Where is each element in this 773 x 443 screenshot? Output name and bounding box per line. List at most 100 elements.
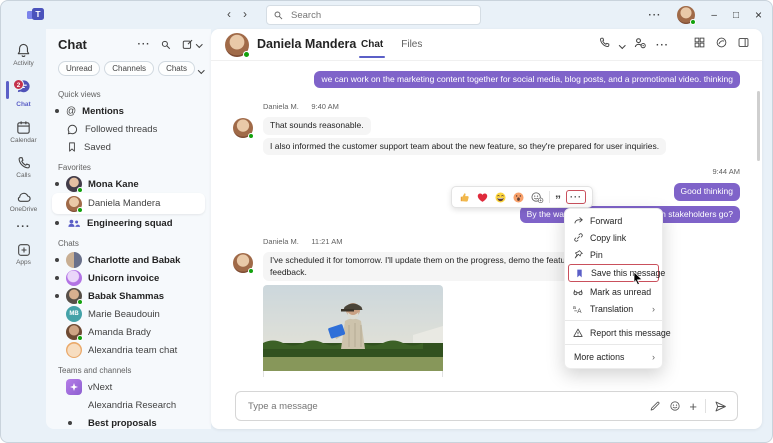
compose-bar[interactable]: +: [235, 391, 738, 421]
message-list[interactable]: we can work on the marketing content tog…: [211, 61, 762, 377]
menu-item-pin[interactable]: Pin: [565, 246, 662, 263]
search-box[interactable]: [266, 5, 481, 25]
sender-name: Daniela M.: [263, 102, 299, 112]
send-icon[interactable]: [714, 400, 727, 413]
rail-item-apps[interactable]: Apps: [1, 237, 46, 272]
sidebar-item-amanda-brady[interactable]: Amanda Brady: [46, 323, 211, 341]
tab-chat[interactable]: Chat: [358, 39, 386, 58]
chat-sidebar: Chat ··· Unread Channels Chats Quick vie…: [46, 29, 211, 429]
outgoing-message[interactable]: Good thinking: [673, 183, 740, 201]
tab-files[interactable]: Files: [401, 39, 422, 50]
submenu-chevron-icon: ›: [652, 351, 655, 362]
search-input[interactable]: [289, 8, 474, 22]
format-icon[interactable]: [649, 400, 661, 412]
mouse-cursor: [633, 271, 644, 287]
cloud-icon: [17, 192, 31, 202]
warning-icon: [572, 327, 584, 339]
maximize-button[interactable]: □: [733, 10, 739, 21]
teams-logo-icon: T: [27, 7, 44, 22]
popout-icon[interactable]: [693, 36, 706, 54]
sidebar-item-alexandria-research[interactable]: Alexandria Research: [46, 396, 211, 414]
sidebar-item-alexandria-team-chat[interactable]: Alexandria team chat: [46, 341, 211, 359]
menu-item-more-actions[interactable]: More actions ›: [565, 348, 662, 365]
message-input[interactable]: [246, 399, 642, 413]
bell-icon: [17, 43, 30, 58]
sidebar-item-vnext[interactable]: vNext: [46, 378, 211, 396]
sidebar-item-engineering-squad[interactable]: Engineering squad: [46, 214, 211, 232]
add-people-icon[interactable]: [633, 36, 647, 55]
message-attachment[interactable]: P Farmer with tablet.pptx Personal>willi…: [263, 285, 443, 377]
new-chat-icon[interactable]: [181, 38, 202, 51]
titlebar-more-icon[interactable]: ···: [648, 10, 661, 21]
rail-item-calendar[interactable]: Calendar: [1, 114, 46, 150]
filter-channels[interactable]: Channels: [104, 60, 155, 76]
attach-plus-icon[interactable]: +: [689, 399, 697, 414]
svg-text:a: a: [573, 305, 577, 311]
menu-item-forward[interactable]: Forward: [565, 212, 662, 229]
sidebar-search-icon[interactable]: [160, 39, 172, 51]
rail-item-calls[interactable]: Calls: [1, 150, 46, 185]
rail-item-activity[interactable]: Activity: [1, 37, 46, 73]
quote-reply-icon[interactable]: ”: [555, 189, 561, 206]
incoming-message[interactable]: I also informed the customer support tea…: [263, 137, 667, 156]
message-more-options-icon[interactable]: ···: [566, 190, 586, 204]
avatar: [66, 342, 82, 358]
surprised-emoji[interactable]: [512, 191, 525, 204]
menu-item-translation[interactable]: aA Translation ›: [565, 300, 662, 317]
minimize-button[interactable]: –: [711, 10, 717, 21]
rail-more-icon[interactable]: ···: [17, 219, 31, 237]
apps-icon: [17, 244, 30, 256]
laugh-emoji[interactable]: [494, 191, 507, 204]
call-options-chevron-icon[interactable]: [618, 41, 625, 49]
menu-item-mark-as-unread[interactable]: Mark as unread: [565, 283, 662, 300]
menu-item-copy-link[interactable]: Copy link: [565, 229, 662, 246]
sidebar-item-mentions[interactable]: @ Mentions: [46, 102, 211, 120]
thumbs-up-emoji[interactable]: [458, 191, 471, 204]
presence-badge: [690, 19, 697, 25]
more-reactions-icon[interactable]: [530, 190, 544, 204]
avatar: [66, 176, 83, 193]
sidebar-item-saved[interactable]: Saved: [46, 138, 211, 156]
search-icon: [274, 11, 283, 19]
avatar: [66, 270, 82, 286]
forward-icon[interactable]: ›: [243, 6, 247, 22]
rail-item-chat[interactable]: 2 Chat: [1, 73, 46, 114]
copilot-icon[interactable]: [715, 36, 728, 54]
sidebar-item-mona-kane[interactable]: Mona Kane: [46, 175, 211, 193]
heart-emoji[interactable]: [476, 191, 489, 204]
sidebar-more-icon[interactable]: ···: [138, 39, 151, 50]
scrollbar[interactable]: [757, 91, 760, 161]
chat-unread-badge: 2: [13, 79, 24, 90]
menu-item-report-this-message[interactable]: Report this message: [565, 324, 671, 341]
call-icon[interactable]: [598, 36, 611, 54]
phone-icon: [18, 157, 30, 169]
sidebar-item-daniela-mandera[interactable]: Daniela Mandera: [52, 193, 205, 214]
open-pane-icon[interactable]: [737, 36, 750, 54]
sidebar-item-babak-shammas[interactable]: Babak Shammas: [46, 287, 211, 305]
emoji-icon[interactable]: [669, 400, 681, 412]
avatar: [233, 118, 254, 140]
sidebar-item-followed-threads[interactable]: Followed threads: [46, 120, 211, 138]
chat-header-more-icon[interactable]: ···: [656, 40, 669, 51]
sidebar-item-charlotte-and-babak[interactable]: Charlotte and Babak: [46, 251, 211, 269]
close-button[interactable]: ×: [755, 8, 762, 22]
menu-item-save-this-message[interactable]: Save this message: [568, 264, 665, 286]
link-icon: [572, 232, 584, 243]
message-meta: Daniela M. 9:40 AM: [233, 96, 740, 114]
message-context-menu: Forward Copy link Pin Save this message …: [564, 208, 671, 369]
outgoing-message[interactable]: we can work on the marketing content tog…: [314, 71, 740, 89]
avatar[interactable]: [225, 33, 250, 58]
file-card[interactable]: P Farmer with tablet.pptx Personal>willi…: [263, 371, 443, 377]
filters-collapse-icon[interactable]: [198, 59, 205, 77]
farmer-with-tablet-image[interactable]: [263, 285, 443, 372]
rail-item-onedrive[interactable]: OneDrive: [1, 185, 46, 219]
filter-chats[interactable]: Chats: [158, 60, 195, 76]
avatar[interactable]: [677, 6, 697, 25]
sidebar-item-unicorn-invoice[interactable]: Unicorn invoice: [46, 269, 211, 287]
back-icon[interactable]: ‹: [227, 6, 231, 22]
incoming-message[interactable]: That sounds reasonable.: [263, 117, 371, 135]
reaction-bar: ” ···: [451, 186, 593, 208]
filter-unread[interactable]: Unread: [58, 60, 101, 76]
sidebar-item-best-proposals[interactable]: Best proposals: [46, 414, 211, 429]
sidebar-item-marie-beaudouin[interactable]: MB Marie Beaudouin: [46, 305, 211, 323]
